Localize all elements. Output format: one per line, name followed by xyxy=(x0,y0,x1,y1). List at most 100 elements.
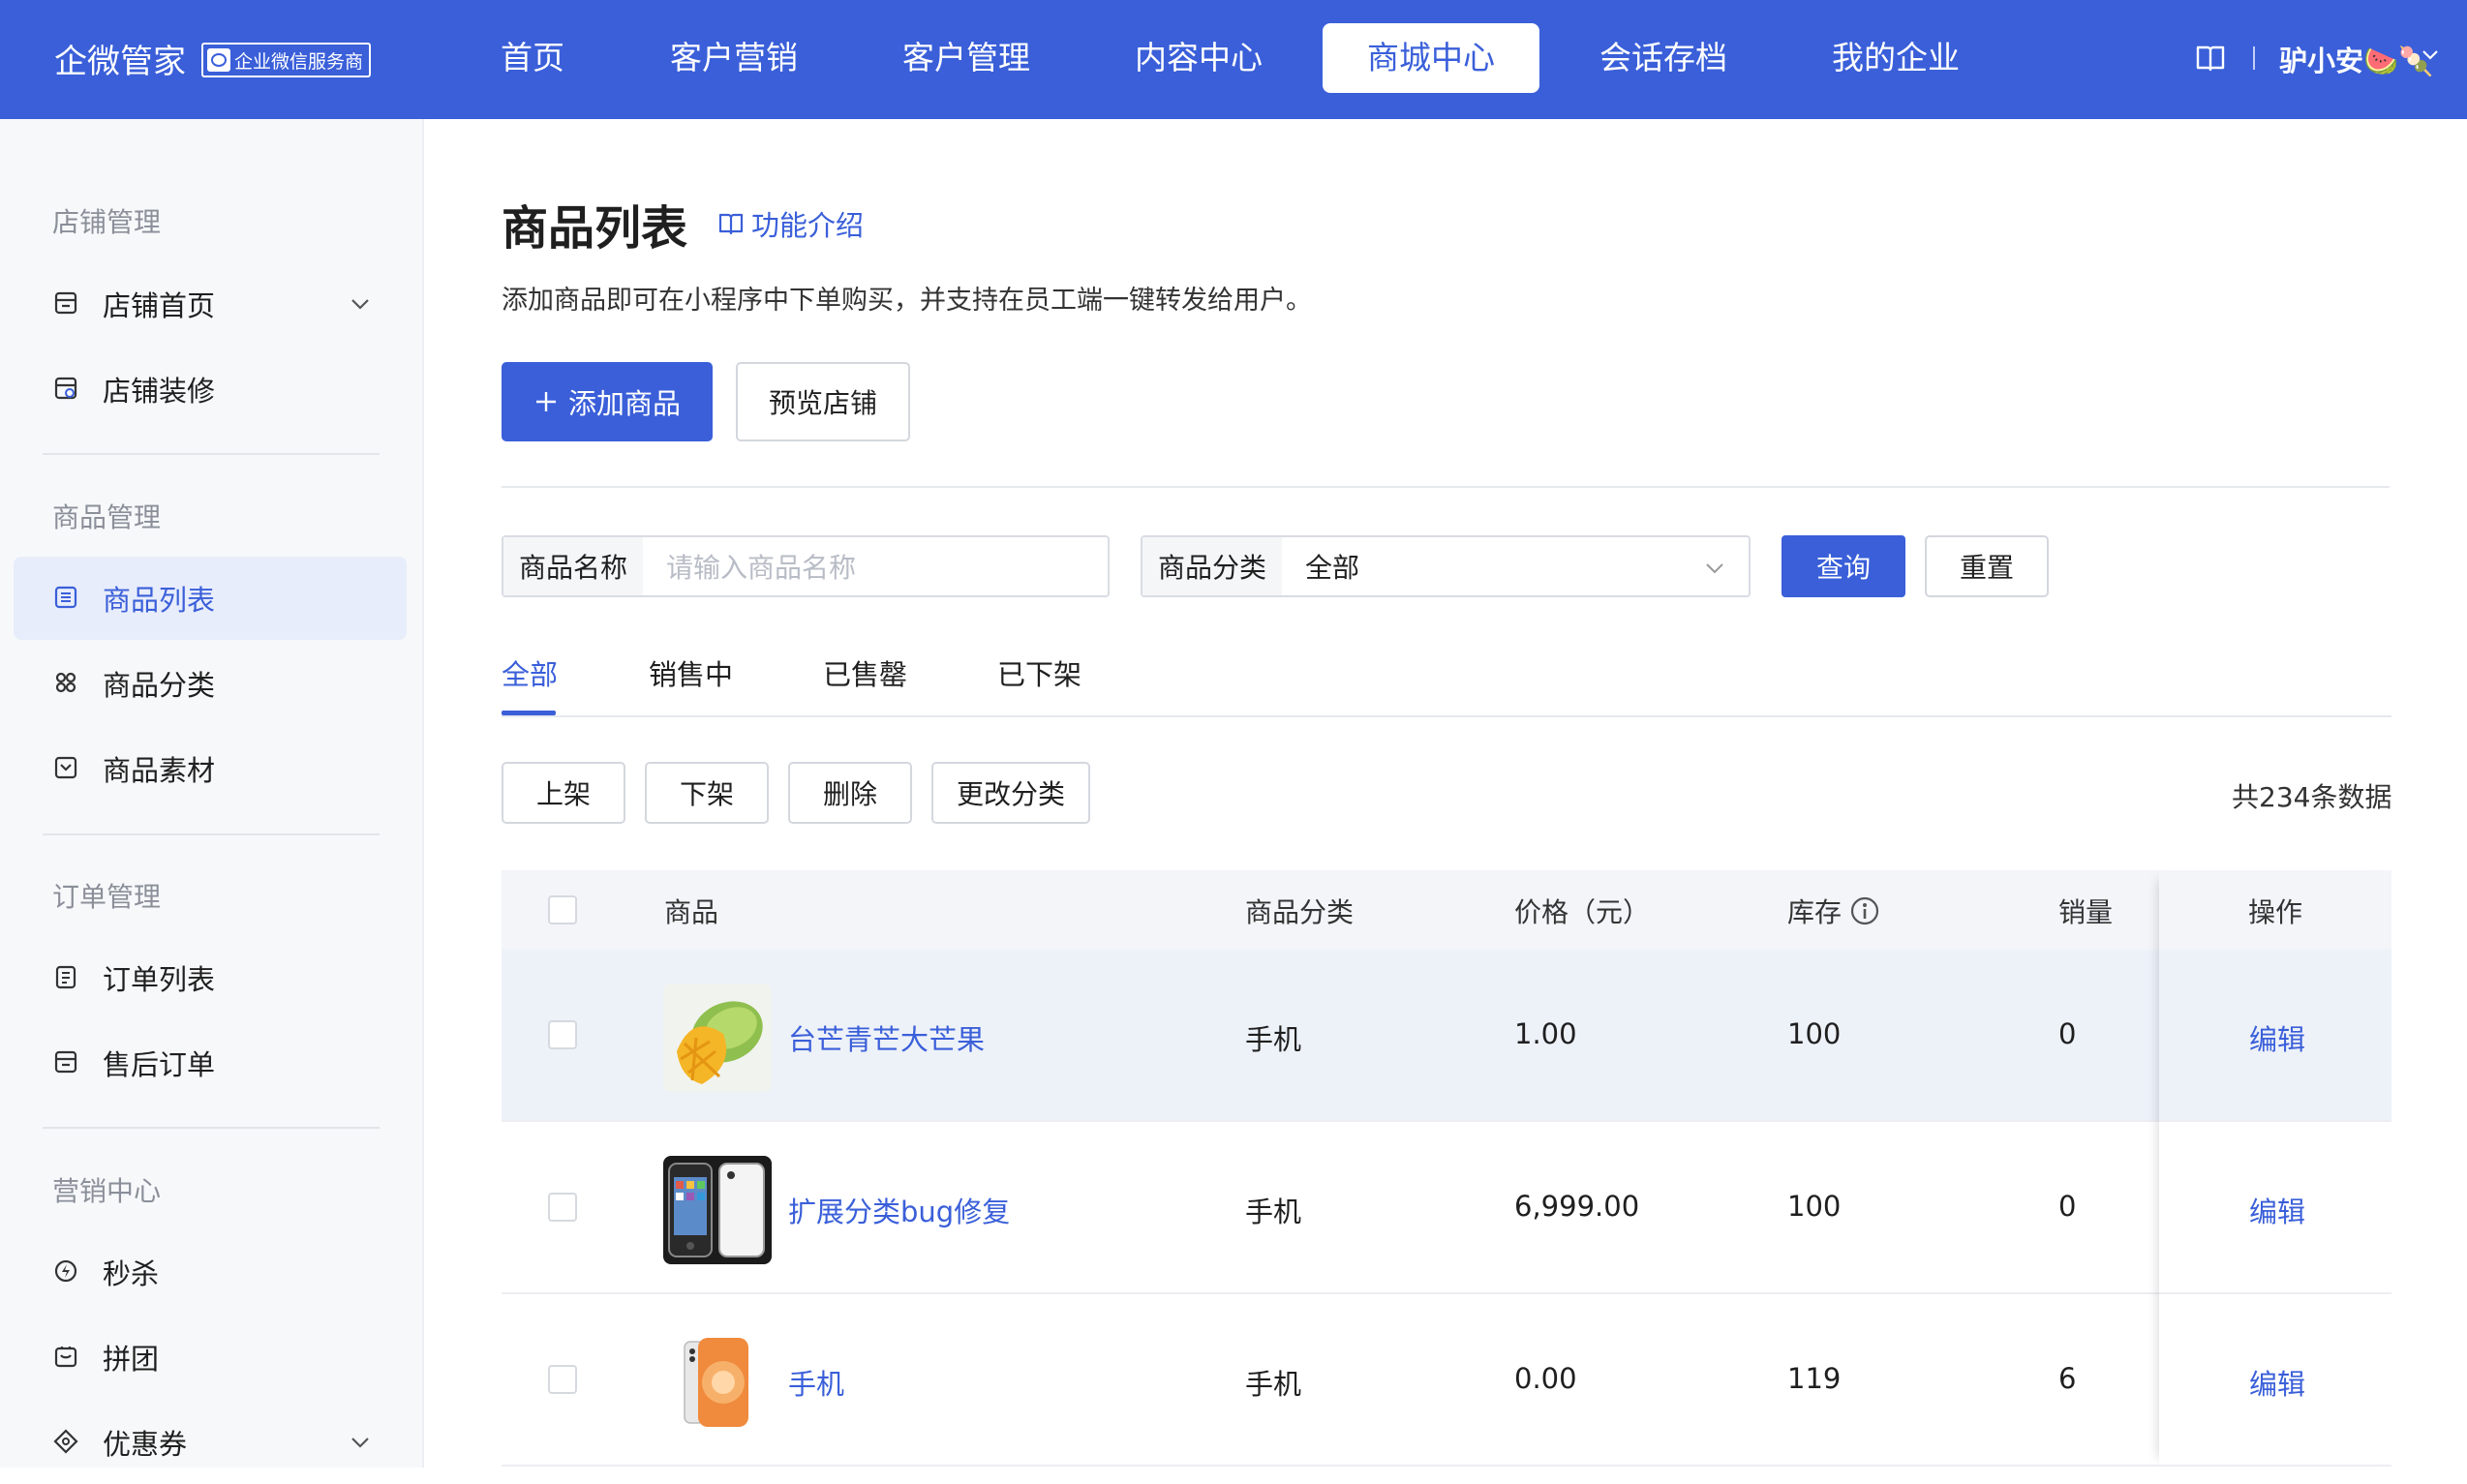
column-header: 商品 xyxy=(664,896,719,928)
sidebar-item-label: 商品分类 xyxy=(103,669,216,702)
product-name-link[interactable]: 台芒青芒大芒果 xyxy=(788,1017,985,1058)
nav-mall-center[interactable]: 商城中心 xyxy=(1323,23,1539,93)
add-product-button[interactable]: 添加商品 xyxy=(502,362,713,441)
sidebar-item-coupon[interactable]: 优惠券 xyxy=(14,1401,407,1484)
nav-content-center[interactable]: 内容中心 xyxy=(1119,23,1278,93)
column-header-stock: 库存 xyxy=(1787,892,1880,930)
sidebar-item-group-buy[interactable]: 拼团 xyxy=(14,1316,407,1399)
group-buy-icon xyxy=(54,1347,77,1368)
row-checkbox[interactable] xyxy=(548,1193,577,1222)
chevron-down-icon xyxy=(1706,563,1723,574)
row-checkbox[interactable] xyxy=(548,1020,577,1049)
sidebar-item-product-category[interactable]: 商品分类 xyxy=(14,642,407,725)
nav-session-archive[interactable]: 会话存档 xyxy=(1584,23,1743,93)
product-category-value: 全部 xyxy=(1305,552,1360,584)
column-header: 操作 xyxy=(2248,896,2303,928)
change-category-button[interactable]: 更改分类 xyxy=(931,762,1090,824)
nav-customer-marketing[interactable]: 客户营销 xyxy=(655,23,813,93)
table-header: 商品 商品分类 价格（元） 库存 销量 操作 xyxy=(502,870,2391,950)
product-image-phone-white[interactable] xyxy=(663,1328,772,1437)
mango-image xyxy=(677,1001,763,1084)
divider xyxy=(43,833,380,835)
tab-sold-out[interactable]: 已售罄 xyxy=(823,652,907,693)
coupon-icon xyxy=(53,1429,78,1454)
product-sales: 0 xyxy=(2058,1017,2077,1050)
edit-link[interactable]: 编辑 xyxy=(2249,1362,2305,1403)
info-icon[interactable] xyxy=(1849,895,1880,926)
nav-my-enterprise[interactable]: 我的企业 xyxy=(1816,23,1975,93)
reset-button[interactable]: 重置 xyxy=(1925,535,2049,597)
sidebar-item-label: 商品列表 xyxy=(103,584,216,617)
sidebar-section-order: 订单管理 xyxy=(52,881,162,913)
material-icon xyxy=(54,756,77,779)
sidebar-section-marketing: 营销中心 xyxy=(52,1175,162,1207)
page-subtitle: 添加商品即可在小程序中下单购买，并支持在员工端一键转发给用户。 xyxy=(502,286,1312,316)
sidebar-section-product: 商品管理 xyxy=(52,501,162,533)
edit-link[interactable]: 编辑 xyxy=(2249,1017,2305,1058)
product-stock: 100 xyxy=(1787,1017,1842,1050)
table-row[interactable]: 台芒青芒大芒果 手机 1.00 100 0 编辑 xyxy=(502,950,2391,1122)
query-button[interactable]: 查询 xyxy=(1782,535,1905,597)
tab-delisted[interactable]: 已下架 xyxy=(997,652,1081,693)
list-icon xyxy=(54,586,77,609)
column-header: 商品分类 xyxy=(1245,896,1355,928)
nav-home[interactable]: 首页 xyxy=(472,23,593,93)
sidebar-item-label: 优惠券 xyxy=(103,1428,188,1461)
total-count: 共234条数据 xyxy=(2232,781,2392,813)
sidebar-item-store-home[interactable]: 店铺首页 xyxy=(14,262,407,346)
product-price: 0.00 xyxy=(1514,1362,1577,1395)
product-name-filter: 商品名称 请输入商品名称 xyxy=(502,535,1110,597)
top-navbar: 企微管家 企业微信服务商 首页 客户营销 客户管理 内容中心 商城中心 会话存档… xyxy=(0,0,2467,119)
list-on-shelf-button[interactable]: 上架 xyxy=(502,762,625,824)
feature-intro-label: 功能介绍 xyxy=(751,209,865,242)
tab-on-sale[interactable]: 销售中 xyxy=(649,652,733,693)
category-icon xyxy=(55,672,76,693)
chevron-down-icon[interactable] xyxy=(349,1430,372,1453)
sidebar-item-label: 售后订单 xyxy=(103,1048,216,1081)
sidebar-item-label: 订单列表 xyxy=(103,963,216,996)
flash-sale-icon xyxy=(54,1259,77,1283)
product-image-phone-black[interactable] xyxy=(663,1156,772,1264)
sidebar-item-label: 商品素材 xyxy=(103,754,216,787)
column-header: 库存 xyxy=(1787,896,1843,928)
product-stock: 100 xyxy=(1787,1190,1842,1223)
edit-link[interactable]: 编辑 xyxy=(2249,1190,2305,1230)
product-category-filter: 商品分类 全部 xyxy=(1141,535,1751,597)
divider xyxy=(502,486,2390,488)
after-sales-icon xyxy=(54,1050,77,1074)
product-category-label: 商品分类 xyxy=(1142,537,1283,595)
service-provider-badge: 企业微信服务商 xyxy=(201,43,372,77)
product-name-link[interactable]: 扩展分类bug修复 xyxy=(788,1190,1010,1230)
user-name[interactable]: 驴小安🍉🍡 xyxy=(2279,39,2433,79)
logo[interactable]: 企微管家 xyxy=(54,35,186,82)
row-checkbox[interactable] xyxy=(548,1365,577,1394)
sidebar-item-product-list[interactable]: 商品列表 xyxy=(14,557,407,640)
store-icon xyxy=(54,291,77,315)
nav-customer-management[interactable]: 客户管理 xyxy=(887,23,1046,93)
book-icon[interactable] xyxy=(2196,45,2225,72)
product-category-select[interactable]: 全部 xyxy=(1282,537,1749,595)
chevron-down-icon[interactable] xyxy=(2421,45,2440,64)
sidebar-item-label: 店铺装修 xyxy=(103,375,216,408)
sidebar-item-product-material[interactable]: 商品素材 xyxy=(14,727,407,810)
sidebar-item-label: 秒杀 xyxy=(103,1257,160,1290)
sidebar-item-store-decoration[interactable]: 店铺装修 xyxy=(14,348,407,431)
chevron-down-icon[interactable] xyxy=(349,291,372,315)
product-name-input[interactable]: 请输入商品名称 xyxy=(643,537,1108,595)
select-all-checkbox[interactable] xyxy=(548,895,577,924)
wecom-icon xyxy=(207,48,230,72)
preview-store-button[interactable]: 预览店铺 xyxy=(736,362,910,441)
table-row[interactable]: 扩展分类bug修复 手机 6,999.00 100 0 编辑 xyxy=(502,1122,2391,1294)
product-image-mango[interactable] xyxy=(663,984,772,1092)
table-row[interactable]: 手机 手机 0.00 119 6 编辑 xyxy=(502,1294,2391,1467)
sidebar-item-order-list[interactable]: 订单列表 xyxy=(14,936,407,1019)
product-name-link[interactable]: 手机 xyxy=(788,1362,844,1403)
product-price: 6,999.00 xyxy=(1514,1190,1640,1223)
divider xyxy=(43,1127,380,1129)
tab-all[interactable]: 全部 xyxy=(502,652,558,693)
feature-intro-link[interactable]: 功能介绍 xyxy=(718,203,864,244)
sidebar-item-flash-sale[interactable]: 秒杀 xyxy=(14,1230,407,1314)
take-off-shelf-button[interactable]: 下架 xyxy=(645,762,769,824)
sidebar-item-after-sales[interactable]: 售后订单 xyxy=(14,1021,407,1105)
delete-button[interactable]: 删除 xyxy=(788,762,912,824)
